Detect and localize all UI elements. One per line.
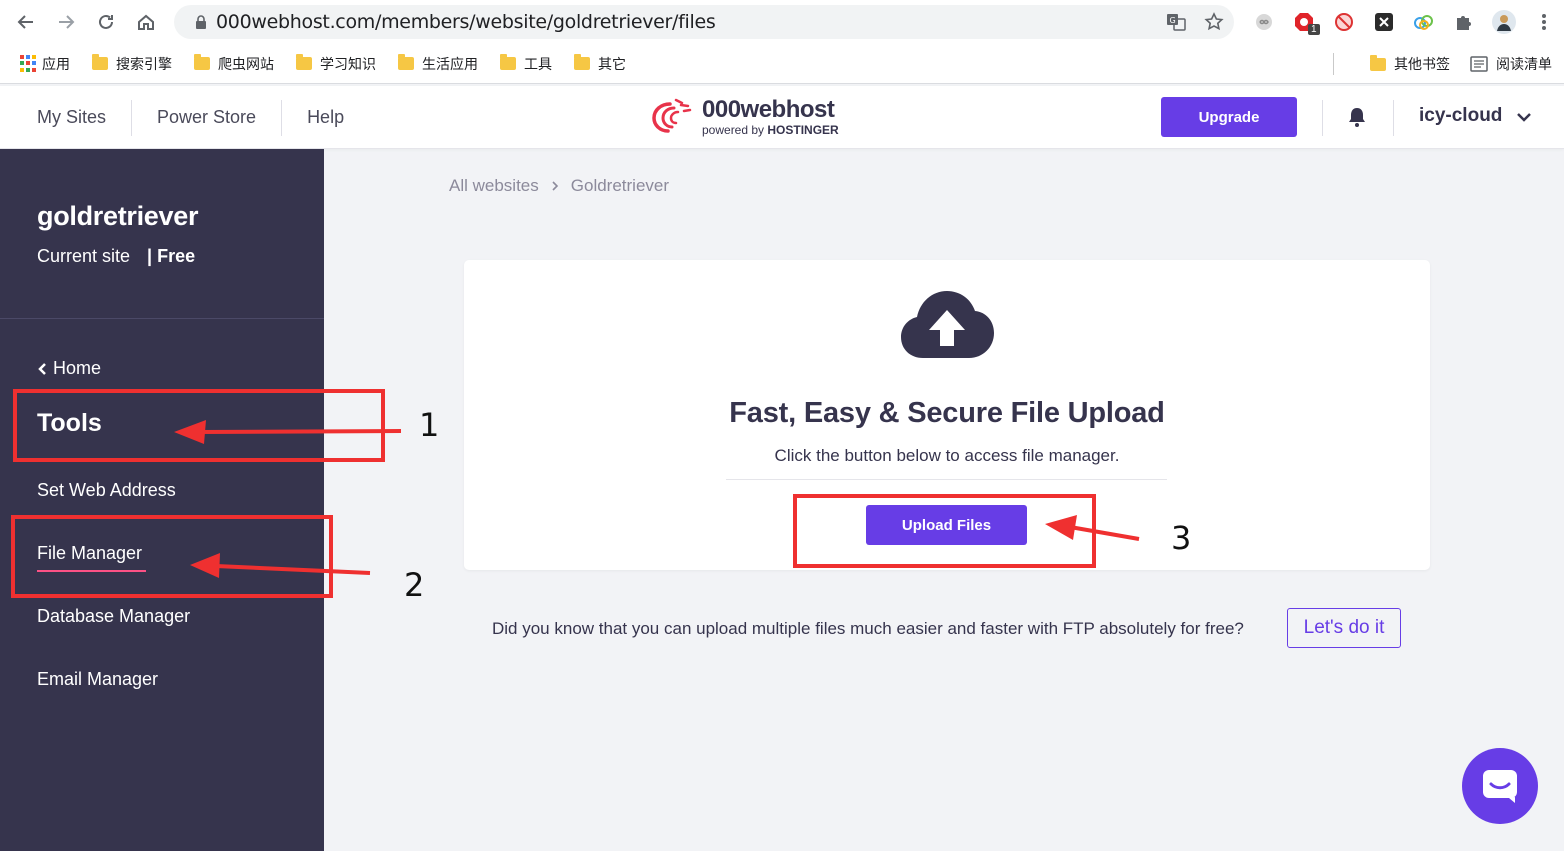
bookmark-folder[interactable]: 生活应用 bbox=[398, 54, 478, 74]
card-title: Fast, Easy & Secure File Upload bbox=[729, 397, 1165, 429]
reload-icon bbox=[99, 14, 113, 29]
annotation-number-1: 1 bbox=[419, 406, 440, 444]
bookmark-apps[interactable]: 应用 bbox=[42, 54, 70, 74]
plan-badge: | Free bbox=[147, 246, 196, 266]
logo-swirl-icon bbox=[652, 98, 692, 133]
card-subtitle: Click the button below to access file ma… bbox=[774, 446, 1120, 465]
site-header: My Sites Power Store Help 000webhost pow… bbox=[0, 86, 1564, 149]
annotation-box-file-manager bbox=[11, 515, 333, 598]
bookmark-folder[interactable]: 搜索引擎 bbox=[92, 54, 172, 74]
sidebar-item-database-manager[interactable]: Database Manager bbox=[37, 606, 190, 627]
extension-block[interactable] bbox=[1324, 0, 1364, 44]
arrow-left-icon bbox=[17, 15, 33, 29]
browser-menu[interactable] bbox=[1524, 0, 1564, 44]
bookmark-other[interactable]: 其他书签 bbox=[1370, 54, 1450, 74]
url-text: 000webhost.com/members/website/goldretri… bbox=[216, 11, 716, 33]
upgrade-button[interactable]: Upgrade bbox=[1161, 97, 1297, 137]
extension-infinity[interactable] bbox=[1244, 0, 1284, 44]
star-icon[interactable] bbox=[1204, 12, 1224, 32]
folder-icon bbox=[92, 54, 108, 70]
sidebar-home-link[interactable]: Home bbox=[37, 358, 101, 379]
extensions-menu[interactable] bbox=[1444, 0, 1484, 44]
sidebar-item-email-manager[interactable]: Email Manager bbox=[37, 669, 158, 690]
reload-button[interactable] bbox=[86, 0, 126, 44]
puzzle-icon bbox=[1457, 16, 1471, 30]
notifications-button[interactable] bbox=[1346, 106, 1368, 133]
nav-power-store[interactable]: Power Store bbox=[132, 99, 283, 136]
home-icon bbox=[138, 14, 154, 30]
chat-icon bbox=[1483, 770, 1517, 803]
address-bar[interactable]: 000webhost.com/members/website/goldretri… bbox=[174, 5, 1234, 39]
chevron-down-icon[interactable] bbox=[1516, 110, 1532, 128]
bookmark-folder[interactable]: 工具 bbox=[500, 54, 552, 74]
sidebar-divider bbox=[0, 318, 324, 319]
header-divider bbox=[1393, 100, 1394, 136]
browser-toolbar: 000webhost.com/members/website/goldretri… bbox=[0, 0, 1564, 44]
ftp-promo-text: Did you know that you can upload multipl… bbox=[492, 619, 1244, 638]
forward-button[interactable] bbox=[46, 0, 86, 44]
bookmark-folder[interactable]: 其它 bbox=[574, 54, 626, 74]
site-name: goldretriever bbox=[37, 201, 199, 231]
lets-do-it-button[interactable]: Let's do it bbox=[1287, 608, 1401, 648]
extension-adblock[interactable]: 1 bbox=[1284, 0, 1324, 44]
avatar-icon bbox=[1492, 10, 1516, 34]
site-meta: Current site | Free bbox=[37, 246, 195, 267]
svg-text:G: G bbox=[1170, 16, 1176, 25]
top-nav: My Sites Power Store Help bbox=[0, 86, 369, 149]
chat-launcher-button[interactable] bbox=[1462, 748, 1538, 824]
bell-icon bbox=[1349, 108, 1365, 127]
annotation-number-2: 2 bbox=[404, 566, 425, 604]
annotation-number-3: 3 bbox=[1171, 519, 1192, 557]
card-divider bbox=[726, 479, 1167, 480]
logo-text: 000webhost bbox=[702, 96, 835, 123]
extension-badge: 1 bbox=[1308, 24, 1320, 35]
annotation-box-upload bbox=[793, 494, 1096, 568]
back-button[interactable] bbox=[6, 0, 46, 44]
user-menu[interactable]: icy-cloud bbox=[1419, 105, 1502, 127]
bookmarks-divider bbox=[1333, 53, 1334, 75]
extensions-area: 1 bbox=[1244, 0, 1564, 44]
extension-x[interactable] bbox=[1364, 0, 1404, 44]
header-divider bbox=[1322, 100, 1323, 136]
current-site-label: Current site bbox=[37, 246, 131, 266]
bookmark-folder[interactable]: 学习知识 bbox=[296, 54, 376, 74]
folder-icon bbox=[296, 54, 312, 70]
reading-list[interactable]: 阅读清单 bbox=[1470, 54, 1552, 74]
nav-my-sites[interactable]: My Sites bbox=[0, 99, 133, 136]
breadcrumb-current: Goldretriever bbox=[570, 176, 670, 195]
chevron-left-icon bbox=[38, 362, 46, 375]
annotation-box-tools bbox=[13, 389, 385, 462]
home-button[interactable] bbox=[126, 0, 166, 44]
more-vertical-icon bbox=[1542, 14, 1546, 30]
bookmarks-bar: 应用 搜索引擎 爬虫网站 学习知识 生活应用 工具 其它 其他书签 阅读清单 bbox=[0, 44, 1564, 84]
nav-help[interactable]: Help bbox=[282, 100, 369, 136]
apps-grid-icon[interactable] bbox=[20, 54, 38, 73]
block-icon bbox=[1335, 13, 1353, 31]
infinity-icon bbox=[1256, 14, 1272, 30]
sidebar-item-set-web-address[interactable]: Set Web Address bbox=[37, 480, 176, 501]
x-icon bbox=[1375, 13, 1393, 31]
lock-icon bbox=[186, 14, 216, 30]
cloud-upload-icon bbox=[899, 288, 995, 365]
arrow-right-icon bbox=[59, 15, 75, 29]
folder-icon bbox=[574, 54, 590, 70]
folder-icon bbox=[500, 54, 516, 70]
breadcrumb-all-websites[interactable]: All websites bbox=[449, 176, 539, 196]
reading-list-icon bbox=[1470, 56, 1488, 72]
extension-cloud[interactable] bbox=[1404, 0, 1444, 44]
breadcrumb: All websites Goldretriever bbox=[449, 176, 669, 196]
logo-tagline: powered by HOSTINGER bbox=[702, 123, 839, 137]
folder-icon bbox=[398, 54, 414, 70]
bookmark-folder[interactable]: 爬虫网站 bbox=[194, 54, 274, 74]
profile-button[interactable] bbox=[1484, 0, 1524, 44]
folder-icon bbox=[194, 54, 210, 70]
sidebar: goldretriever Current site | Free Home T… bbox=[0, 149, 324, 851]
chevron-right-icon bbox=[552, 181, 558, 191]
folder-icon bbox=[1370, 54, 1386, 71]
translate-icon[interactable]: G bbox=[1166, 12, 1186, 32]
site-logo[interactable]: 000webhost powered by HOSTINGER bbox=[648, 96, 839, 138]
colorful-cloud-icon bbox=[1414, 15, 1433, 30]
